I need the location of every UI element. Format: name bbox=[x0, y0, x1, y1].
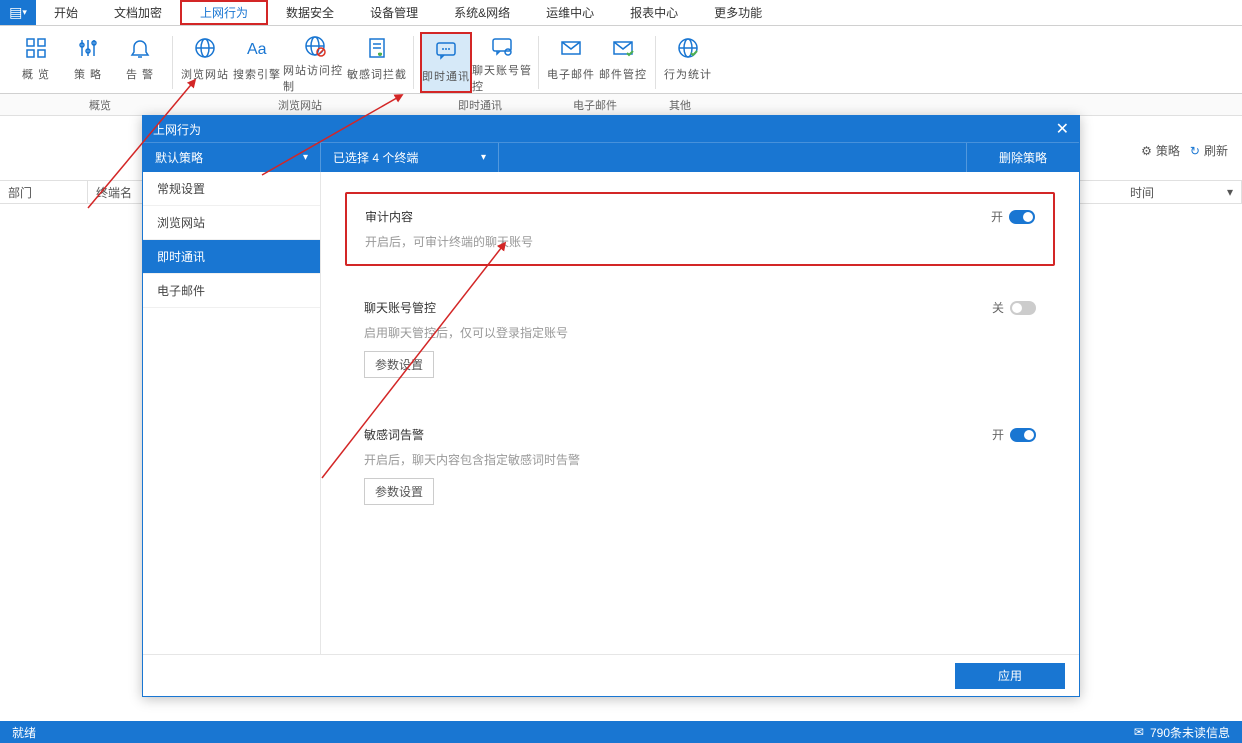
toggle-chat-control[interactable] bbox=[1010, 301, 1036, 315]
menu-item-2[interactable]: 上网行为 bbox=[180, 0, 268, 25]
svg-text:Aa: Aa bbox=[247, 41, 267, 58]
ribbon-mail-control[interactable]: 邮件管控 bbox=[597, 32, 649, 93]
toggle-audit[interactable] bbox=[1009, 210, 1035, 224]
setting-audit: 审计内容 开开启后，可审计终端的聊天账号 bbox=[345, 192, 1055, 266]
close-icon[interactable]: ✕ bbox=[1056, 119, 1069, 139]
globe-ban-icon bbox=[301, 34, 329, 58]
toggle-sensitive-alert[interactable] bbox=[1010, 428, 1036, 442]
toggle-state-label: 开 bbox=[991, 208, 1003, 225]
ribbon-sensitive-word-block[interactable]: 敏感词拦截 bbox=[347, 32, 407, 93]
dialog-title: 上网行为 bbox=[153, 121, 201, 138]
ribbon-email[interactable]: 电子邮件 bbox=[545, 32, 597, 93]
ribbon-alert[interactable]: 告 警 bbox=[114, 32, 166, 93]
page-toolbar: ⚙策略 ↻刷新 bbox=[1141, 142, 1228, 159]
ribbon-strategy[interactable]: 策 略 bbox=[62, 32, 114, 93]
terminal-select[interactable]: 已选择 4 个终端 ▾ bbox=[321, 143, 499, 172]
ribbon-instant-messaging[interactable]: 即时通讯 bbox=[420, 32, 472, 93]
dialog-titlebar: 上网行为 ✕ bbox=[143, 116, 1079, 142]
ribbon-browse-site[interactable]: 浏览网站 bbox=[179, 32, 231, 93]
menu-item-7[interactable]: 报表中心 bbox=[612, 0, 696, 25]
setting-title: 审计内容 bbox=[365, 208, 413, 225]
chevron-down-icon: ▾ bbox=[481, 152, 486, 163]
ribbon-category: 即时通讯 bbox=[440, 94, 520, 115]
dialog-footer: 应用 bbox=[143, 654, 1079, 696]
mail-check-icon bbox=[609, 34, 637, 62]
mail-icon bbox=[557, 34, 585, 62]
apply-button[interactable]: 应用 bbox=[955, 663, 1065, 689]
envelope-icon[interactable]: ✉ bbox=[1134, 725, 1144, 739]
globe-icon bbox=[191, 34, 219, 62]
ribbon-chat-account-control[interactable]: 聊天账号管控 bbox=[472, 32, 532, 93]
setting-desc: 开启后，聊天内容包含指定敏感词时告警 bbox=[364, 451, 1036, 468]
sidebar-item-2[interactable]: 即时通讯 bbox=[143, 240, 320, 274]
strategy-button[interactable]: ⚙策略 bbox=[1141, 142, 1180, 159]
setting-desc: 启用聊天管控后，仅可以登录指定账号 bbox=[364, 324, 1036, 341]
sidebar-item-0[interactable]: 常规设置 bbox=[143, 172, 320, 206]
app-logo[interactable]: ▤▾ bbox=[0, 0, 36, 25]
sidebar-item-1[interactable]: 浏览网站 bbox=[143, 206, 320, 240]
statusbar: 就绪 ✉ 790条未读信息 bbox=[0, 721, 1242, 743]
chat-user-icon bbox=[488, 34, 516, 58]
menu-item-5[interactable]: 系统&网络 bbox=[436, 0, 528, 25]
globe-check-icon bbox=[674, 34, 702, 62]
ribbon-categories: 概览 浏览网站 即时通讯 电子邮件其他 bbox=[0, 94, 1242, 116]
chat-icon bbox=[432, 36, 460, 64]
status-unread[interactable]: 790条未读信息 bbox=[1150, 724, 1230, 741]
col-terminal[interactable]: 终端名 bbox=[88, 181, 148, 203]
refresh-button[interactable]: ↻刷新 bbox=[1190, 142, 1228, 159]
sliders-icon bbox=[74, 34, 102, 62]
aa-icon: Aa bbox=[243, 34, 271, 62]
status-ready: 就绪 bbox=[12, 724, 36, 741]
setting-desc: 开启后，可审计终端的聊天账号 bbox=[365, 233, 1035, 250]
col-dept[interactable]: 部门 bbox=[0, 181, 88, 203]
ribbon-web-access-control[interactable]: 网站访问控制 bbox=[283, 32, 347, 93]
ribbon-category: 浏览网站 bbox=[260, 94, 340, 115]
sidebar-item-3[interactable]: 电子邮件 bbox=[143, 274, 320, 308]
params-button-sensitive-alert[interactable]: 参数设置 bbox=[364, 478, 434, 505]
col-time[interactable]: 时间▾ bbox=[1122, 181, 1242, 203]
grid-icon bbox=[22, 34, 50, 62]
policy-dialog: 上网行为 ✕ 默认策略 ▾ 已选择 4 个终端 ▾ 删除策略 常规设置浏览网站即… bbox=[142, 115, 1080, 697]
ribbon-category: 概览 bbox=[60, 94, 140, 115]
ribbon-toolbar: 概 览策 略告 警浏览网站Aa搜索引擎网站访问控制敏感词拦截即时通讯聊天账号管控… bbox=[0, 26, 1242, 94]
ribbon-overview[interactable]: 概 览 bbox=[10, 32, 62, 93]
setting-title: 敏感词告警 bbox=[364, 426, 424, 443]
chevron-down-icon: ▾ bbox=[1227, 185, 1233, 199]
setting-sensitive-alert: 敏感词告警 开开启后，聊天内容包含指定敏感词时告警参数设置 bbox=[345, 411, 1055, 520]
dialog-filterbar: 默认策略 ▾ 已选择 4 个终端 ▾ 删除策略 bbox=[143, 142, 1079, 172]
setting-title: 聊天账号管控 bbox=[364, 299, 436, 316]
menu-item-1[interactable]: 文档加密 bbox=[96, 0, 180, 25]
menu-item-4[interactable]: 设备管理 bbox=[352, 0, 436, 25]
delete-policy-button[interactable]: 删除策略 bbox=[967, 143, 1079, 172]
policy-select[interactable]: 默认策略 ▾ bbox=[143, 143, 321, 172]
chevron-down-icon: ▾ bbox=[303, 152, 308, 163]
menu-item-8[interactable]: 更多功能 bbox=[696, 0, 780, 25]
toggle-state-label: 开 bbox=[992, 426, 1004, 443]
menu-item-3[interactable]: 数据安全 bbox=[268, 0, 352, 25]
menu-item-6[interactable]: 运维中心 bbox=[528, 0, 612, 25]
doc-shield-icon bbox=[363, 34, 391, 62]
sliders-icon: ⚙ bbox=[1141, 144, 1152, 158]
params-button-chat-control[interactable]: 参数设置 bbox=[364, 351, 434, 378]
menubar: ▤▾ 开始文档加密上网行为数据安全设备管理系统&网络运维中心报表中心更多功能 bbox=[0, 0, 1242, 26]
ribbon-category: 其他 bbox=[650, 94, 710, 115]
ribbon-search-engine[interactable]: Aa搜索引擎 bbox=[231, 32, 283, 93]
menu-item-0[interactable]: 开始 bbox=[36, 0, 96, 25]
bell-icon bbox=[126, 34, 154, 62]
refresh-icon: ↻ bbox=[1190, 144, 1200, 158]
toggle-state-label: 关 bbox=[992, 299, 1004, 316]
dialog-main: 审计内容开开启后，可审计终端的聊天账号聊天账号管控关启用聊天管控后，仅可以登录指… bbox=[321, 172, 1079, 654]
setting-chat-control: 聊天账号管控 关启用聊天管控后，仅可以登录指定账号参数设置 bbox=[345, 284, 1055, 393]
ribbon-behavior-stats[interactable]: 行为统计 bbox=[662, 32, 714, 93]
dialog-sidebar: 常规设置浏览网站即时通讯电子邮件 bbox=[143, 172, 321, 654]
ribbon-category: 电子邮件 bbox=[555, 94, 635, 115]
